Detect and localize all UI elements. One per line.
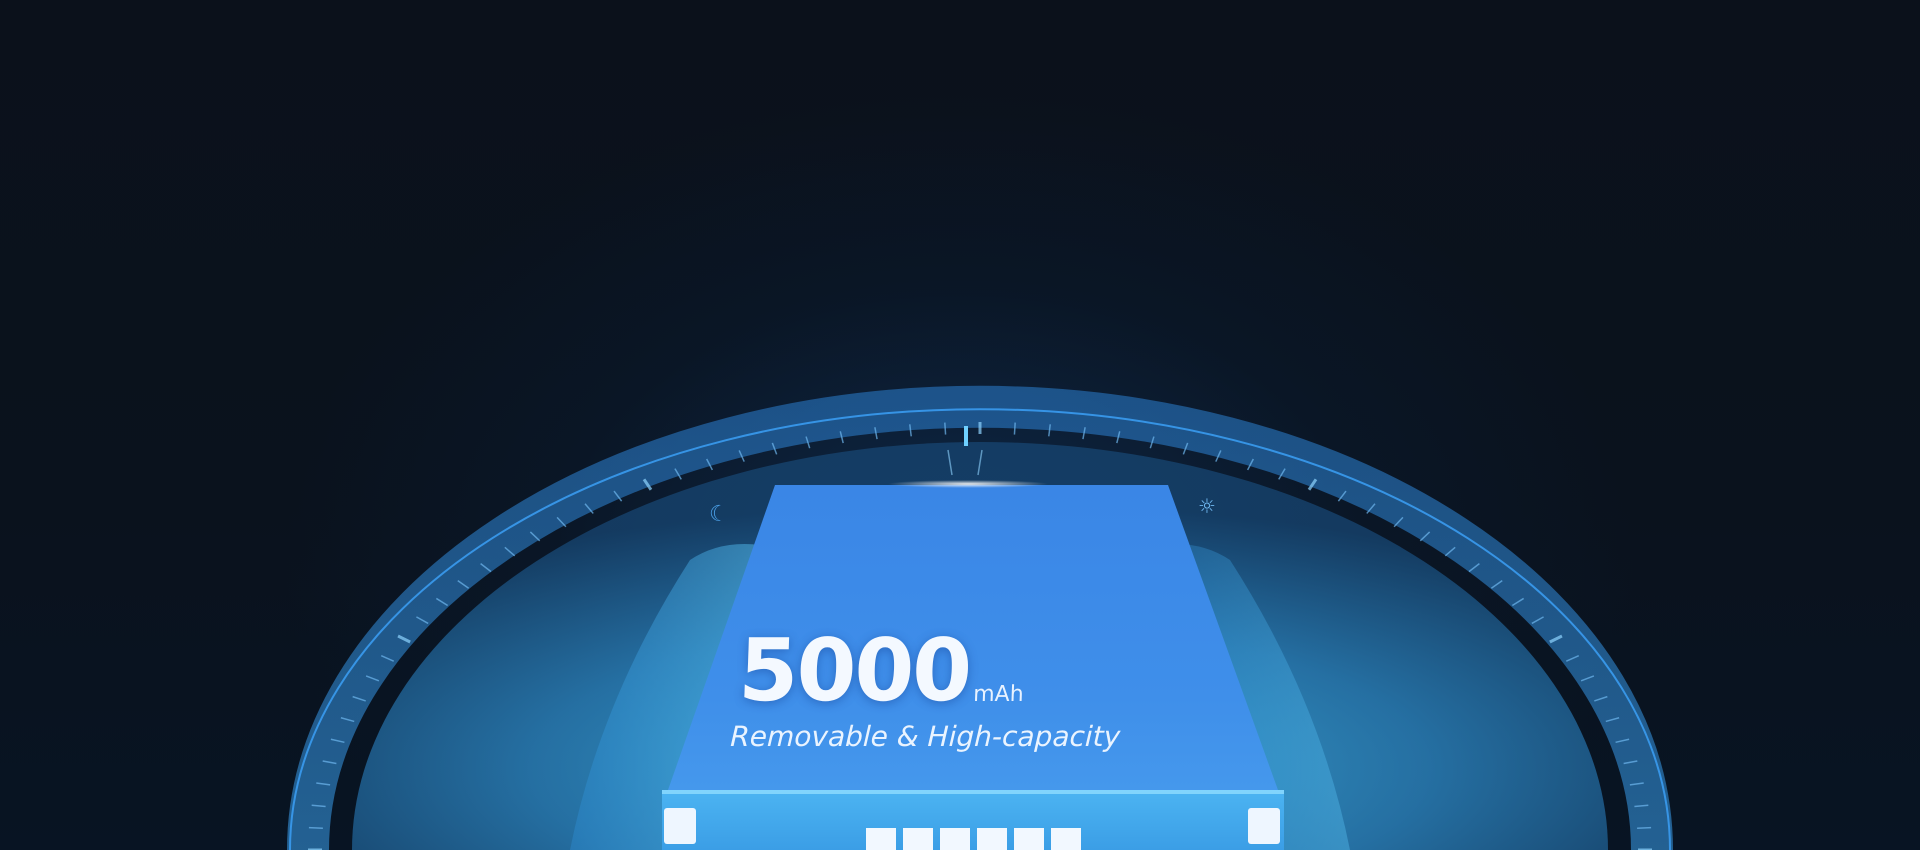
capacity-row: 5000 mAh xyxy=(736,621,1200,721)
right-latch xyxy=(1248,808,1280,844)
dial-tick xyxy=(308,826,323,829)
dial-tick xyxy=(1637,826,1652,829)
capacity-headline: 5000 mAh Removable & High-capacity xyxy=(730,621,1200,753)
dial-tick xyxy=(944,422,947,435)
sun-icon: ☼ xyxy=(1198,494,1216,518)
left-latch xyxy=(664,808,696,844)
capacity-value: 5000 xyxy=(736,621,972,721)
battery-front-face xyxy=(662,790,1284,850)
hero-banner: ☾ ☼ 5000 mAh Removable & High-capacity xyxy=(0,0,1920,850)
capacity-unit: mAh xyxy=(972,682,1025,707)
moon-icon: ☾ xyxy=(709,502,729,527)
dial-tick xyxy=(1013,422,1016,435)
battery-tagline: Removable & High-capacity xyxy=(729,720,1121,753)
